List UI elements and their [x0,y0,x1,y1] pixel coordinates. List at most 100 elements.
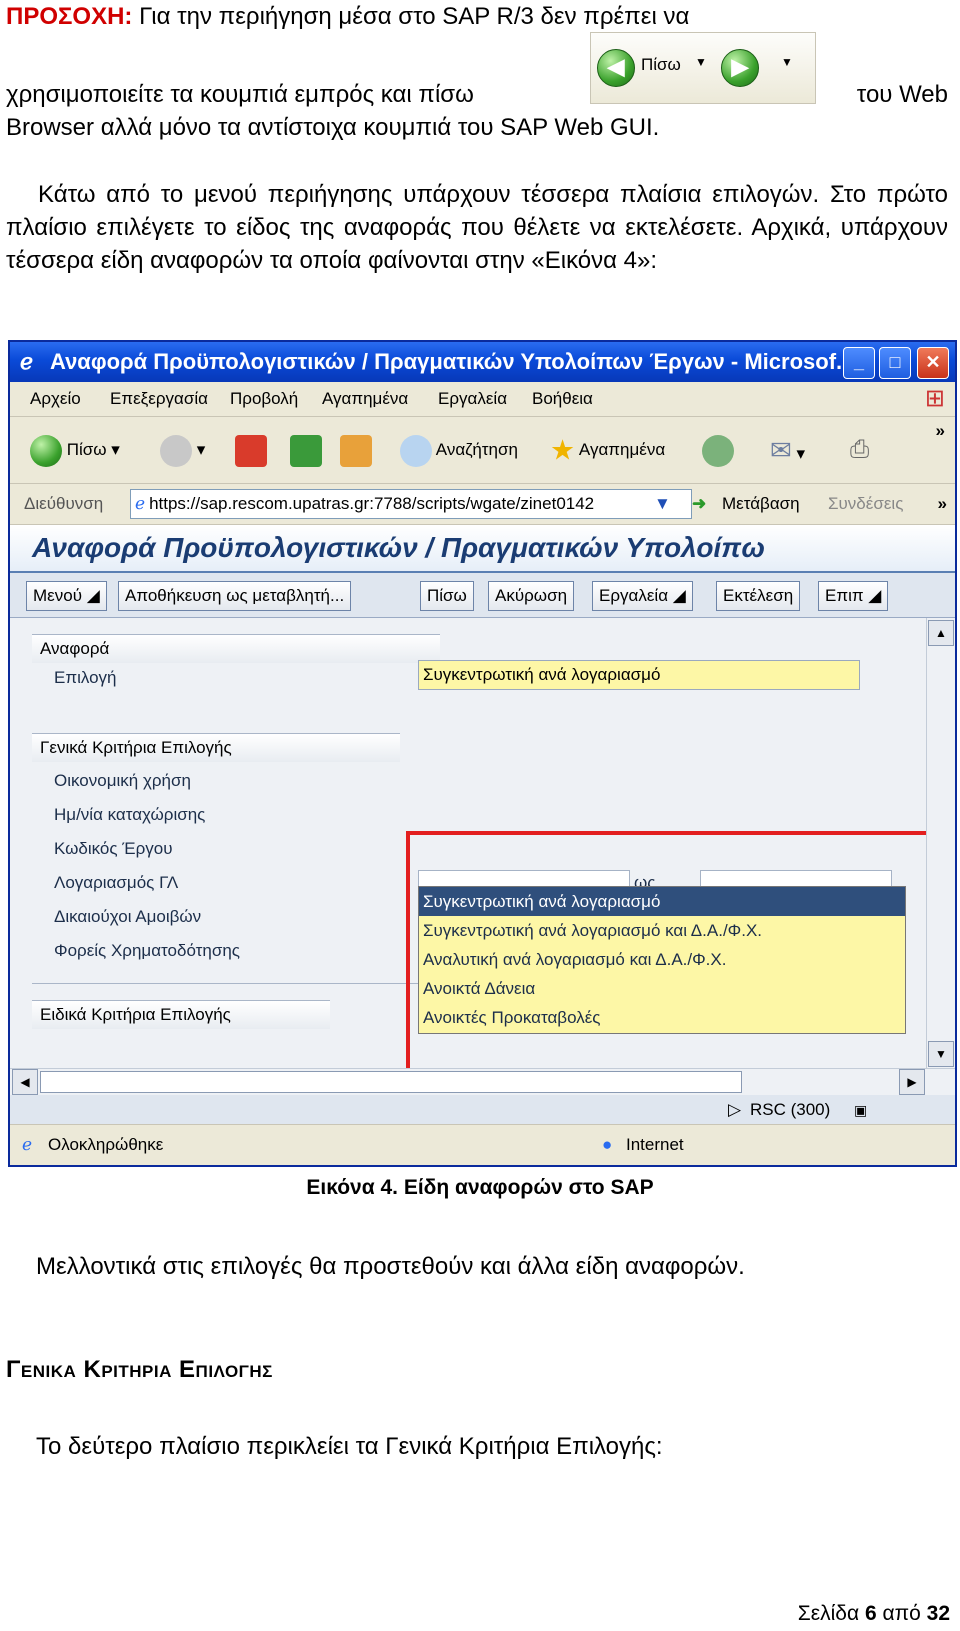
page-icon: ℯ [135,494,146,513]
scroll-down-icon[interactable]: ▼ [928,1041,954,1067]
minimize-icon[interactable]: _ [843,347,875,379]
stop-icon [235,434,267,467]
toolbar-more[interactable]: » [936,421,945,441]
ie-icon: ℯ [20,349,34,374]
mail-button[interactable]: ✉ ▾ [770,431,805,469]
group-report-header: Αναφορά [32,634,440,663]
back-button[interactable]: Πίσω [420,581,474,611]
back-label: Πίσω [66,440,107,459]
nav-back-label: Πίσω [641,55,681,74]
warning-line1: Για την περιήγηση μέσα στο SAP R/3 δεν π… [139,3,690,30]
scroll-up-icon[interactable]: ▲ [928,620,954,646]
warning-paragraph: ΠΡΟΣΟΧΗ: Για την περιήγηση μέσα στο SAP … [6,0,948,33]
back-button[interactable]: Πίσω ▾ [30,431,120,469]
dropdown-arrow-icon: ▼ [695,55,707,69]
selection-label: Επιλογή [54,668,117,687]
scroll-thumb[interactable] [40,1071,742,1093]
execute-button[interactable]: Εκτέλεση [716,581,801,611]
browser-status-bar: ℯ Ολοκληρώθηκε ● Internet [10,1124,955,1165]
status-text: Ολοκληρώθηκε [48,1135,164,1154]
sap-status-bar: ▷ RSC (300) ▣ [10,1095,955,1125]
warning-line3: Browser αλλά μόνο τα αντίστοιχα κουμπιά … [6,114,660,141]
horizontal-scrollbar[interactable]: ◀ ▶ [10,1068,955,1095]
menu-edit[interactable]: Επεξεργασία [110,382,208,416]
address-label: Διεύθυνση [24,494,104,513]
maximize-icon[interactable]: □ [879,347,911,379]
more-button[interactable]: Επιπ ◢ [818,581,889,611]
warning-line2-end: του Web [856,81,948,108]
status-arrow-icon: ▷ [728,1100,742,1119]
internet-zone-icon: ● [602,1135,613,1154]
footer-page-number: 6 [864,1602,877,1625]
browser-toolbar: Πίσω ▾ ▾ Αναζήτηση ★ Αγαπημένα ✉ ▾ ⎙ » [10,417,955,484]
address-bar: Διεύθυνση ℯ https://sap.rescom.upatras.gr… [10,484,955,525]
close-icon[interactable]: ✕ [917,347,949,379]
print-button[interactable]: ⎙ [850,431,869,469]
report-type-select[interactable]: Συγκεντρωτική ανά λογαριασμό [418,660,860,690]
dropdown-arrow-icon: ▼ [781,55,793,69]
menu-favorites[interactable]: Αγαπημένα [322,382,408,416]
scroll-left-icon[interactable]: ◀ [12,1069,38,1095]
address-url: https://sap.rescom.upatras.gr:7788/scrip… [149,494,595,513]
refresh-button[interactable] [290,431,322,469]
menu-button[interactable]: Μενού ◢ [26,581,107,611]
highlight-box [406,831,930,1085]
group-special-criteria-header: Ειδικά Κριτήρια Επιλογής [32,1000,330,1029]
figure-caption: Εικόνα 4. Είδη αναφορών στο SAP [306,1176,654,1199]
home-button[interactable] [340,431,372,469]
forward-button[interactable]: ▾ [160,431,205,469]
warning-line2: χρησιμοποιείτε τα κουμπιά εμπρός και πίσ… [6,78,948,111]
menu-button-label: Μενού [33,586,82,605]
system-info-icon: ▣ [854,1102,868,1118]
zone-text: Internet [626,1135,684,1154]
future-paragraph: Μελλοντικά στις επιλογές θα προστεθούν κ… [36,1253,745,1280]
scroll-right-icon[interactable]: ▶ [899,1069,925,1095]
menu-help[interactable]: Βοήθεια [532,382,593,416]
tools-button-label: Εργαλεία [599,586,669,605]
back-arrow-icon [30,434,62,467]
refresh-icon [290,434,322,467]
sap-content: Αναφορά Προϋπολογιστικών / Πραγματικών Υ… [10,525,955,1125]
criteria-beneficiaries: Δικαιούχοι Αμοιβών [54,907,202,926]
footer-prefix: Σελίδα [797,1602,860,1625]
save-variant-button[interactable]: Αποθήκευση ως μεταβλητή... [118,581,352,611]
favorites-button[interactable]: ★ Αγαπημένα [550,431,665,469]
windows-logo-icon: ⊞ [924,385,945,412]
stop-button[interactable] [235,431,267,469]
search-label: Αναζήτηση [435,440,518,459]
search-button[interactable]: Αναζήτηση [400,431,518,469]
go-button[interactable]: Μετάβαση [722,484,800,524]
search-icon [400,434,432,467]
footer-total-pages: 32 [926,1602,950,1625]
warning-label: ΠΡΟΣΟΧΗ: [6,3,133,30]
page-status-icon: ℯ [22,1135,33,1154]
menu-tools[interactable]: Εργαλεία [438,382,507,416]
address-dropdown-icon[interactable]: ▼ [654,484,671,524]
address-input[interactable]: ℯ https://sap.rescom.upatras.gr:7788/scri… [130,489,692,519]
print-icon: ⎙ [850,436,870,463]
links-label[interactable]: Συνδέσεις [828,484,903,524]
menu-file[interactable]: Αρχείο [30,382,81,416]
tools-button[interactable]: Εργαλεία ◢ [592,581,693,611]
sap-toolbar: Μενού ◢ Αποθήκευση ως μεταβλητή... Πίσω … [10,573,955,618]
home-icon [340,434,372,467]
criteria-gl-account: Λογαριασμός ΓΛ [54,873,179,892]
system-info: RSC (300) [750,1100,831,1119]
more-button-label: Επιπ [825,586,864,605]
window-title: Αναφορά Προϋπολογιστικών / Πραγματικών Υ… [50,349,855,374]
warning-line2-start: χρησιμοποιείτε τα κουμπιά εμπρός και πίσ… [6,81,474,108]
criteria-fiscal-year: Οικονομική χρήση [54,771,191,790]
go-icon[interactable]: ➜ [692,484,706,524]
page-footer: Σελίδα 6 από 32 [798,1602,950,1626]
mail-icon: ✉ [770,435,792,465]
menu-view[interactable]: Προβολή [230,382,298,416]
cancel-button[interactable]: Ακύρωση [488,581,575,611]
star-icon: ★ [550,434,576,466]
vertical-scrollbar[interactable]: ▲ ▼ [926,618,955,1069]
browser-screenshot: ℯ Αναφορά Προϋπολογιστικών / Πραγματικών… [8,340,957,1167]
general-criteria-paragraph: Το δεύτερο πλαίσιο περικλείει τα Γενικά … [36,1433,663,1460]
history-button[interactable] [702,431,734,469]
menu-bar: Αρχείο Επεξεργασία Προβολή Αγαπημένα Εργ… [10,382,955,417]
links-more[interactable]: » [938,484,947,524]
history-icon [702,434,734,467]
